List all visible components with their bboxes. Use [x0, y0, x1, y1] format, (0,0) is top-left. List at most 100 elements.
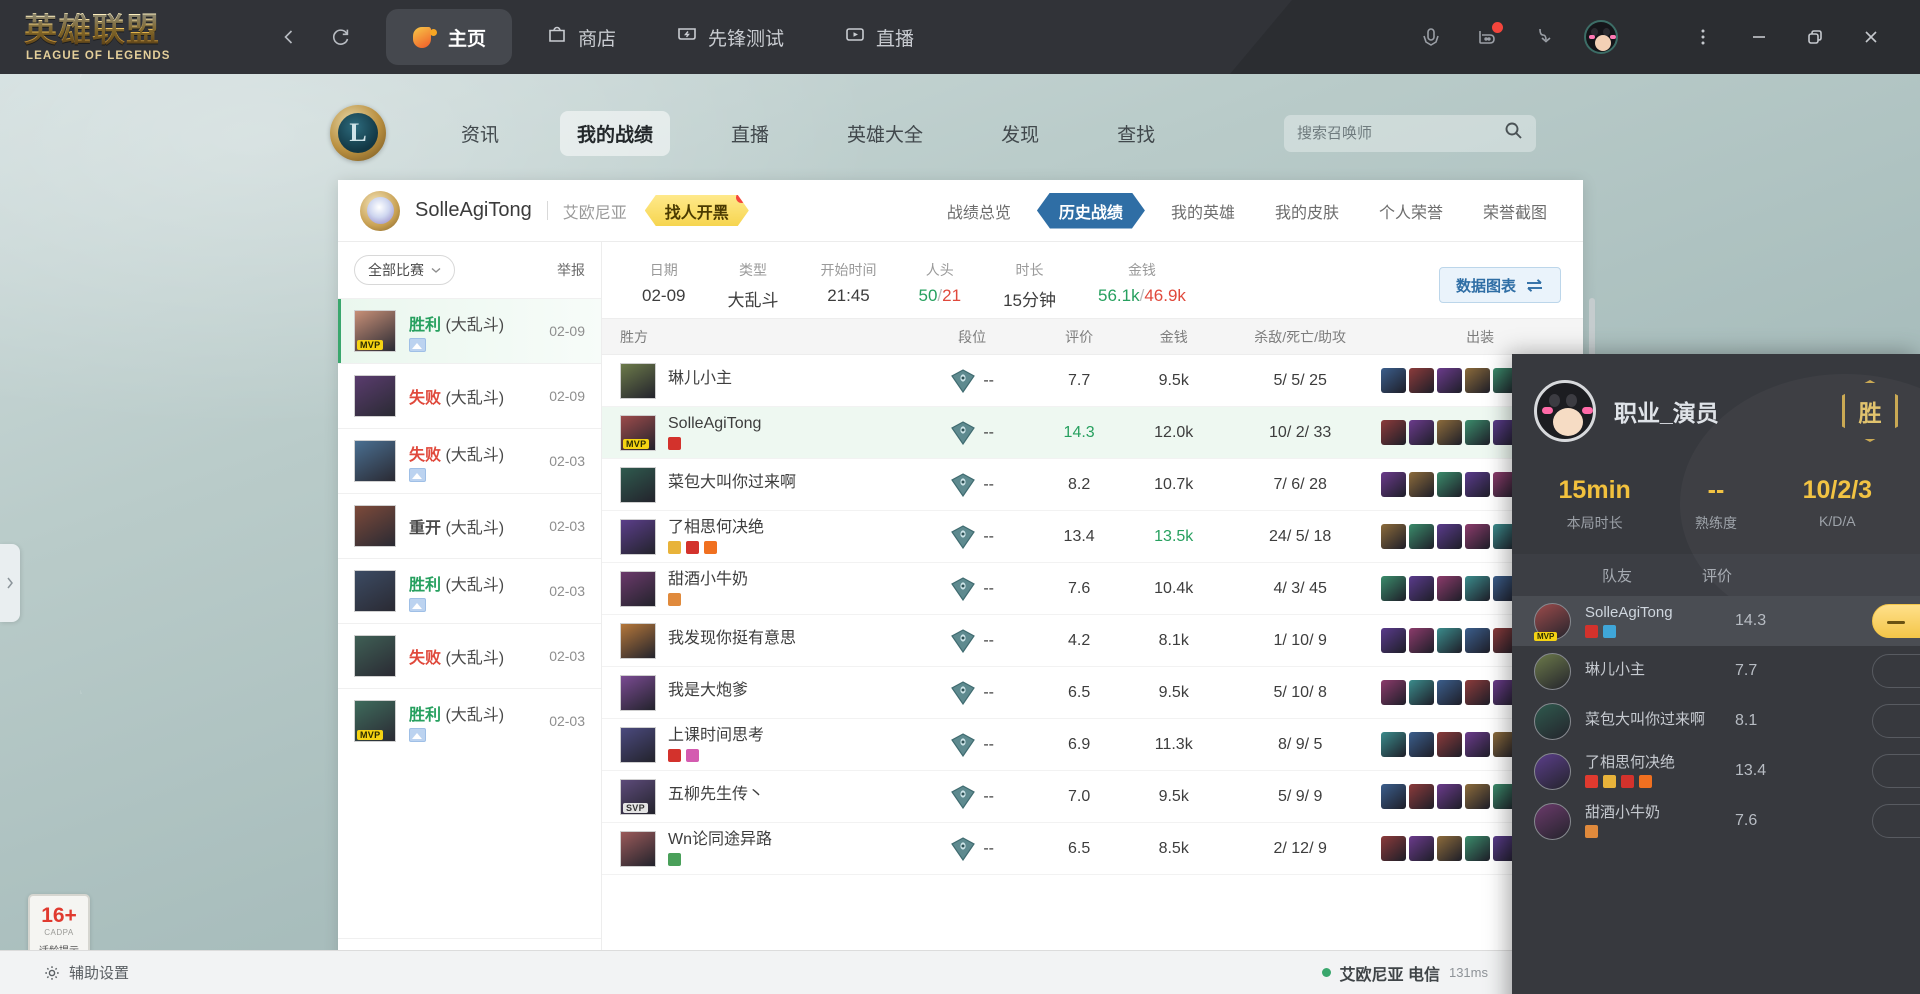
tab-my-skins[interactable]: 我的皮肤	[1261, 193, 1353, 229]
overlay-player-name: SolleAgiTong	[1585, 604, 1673, 621]
chevron-down-icon	[431, 267, 441, 273]
search-box[interactable]	[1284, 114, 1536, 152]
minimize-icon[interactable]	[1746, 24, 1772, 50]
tab-shop[interactable]: 商店	[520, 9, 642, 65]
mvp-badge: MVP	[357, 730, 384, 740]
table-row[interactable]: 琳儿小主 -- 7.7 9.5k 5/ 5/ 25	[602, 355, 1583, 407]
gear-icon	[45, 965, 59, 980]
refresh-button[interactable]	[326, 22, 356, 52]
overlay-action-pill[interactable]	[1872, 654, 1920, 688]
search-input[interactable]	[1297, 124, 1504, 142]
tab-personal-honors[interactable]: 个人荣誉	[1365, 193, 1457, 229]
list-item[interactable]: MVP 胜利 (大乱斗) 02-09	[338, 298, 601, 363]
data-chart-button[interactable]: 数据图表	[1438, 267, 1561, 303]
overlay-action-pill[interactable]	[1872, 704, 1920, 738]
summary-cell-label: 类型	[738, 261, 767, 278]
logo-english: LEAGUE OF LEGENDS	[26, 49, 171, 62]
close-icon[interactable]	[1858, 24, 1884, 50]
sidebar-item-live[interactable]: 直播	[714, 111, 786, 156]
list-item[interactable]: 失败 (大乱斗) 02-03	[338, 623, 601, 688]
age-rating-cadpa: CADPA	[44, 928, 74, 937]
sidebar-item-discover[interactable]: 发现	[984, 111, 1056, 156]
list-item[interactable]: 重开 (大乱斗) 02-03	[338, 493, 601, 558]
list-item[interactable]: 甜酒小牛奶 7.6	[1512, 796, 1920, 846]
overlay-player-name: 职业_演员	[1614, 400, 1719, 426]
player-score-cell: 7.0	[1034, 771, 1124, 823]
table-row[interactable]: 上课时间思考 -- 6.9 11.3k 8/ 9/ 5	[602, 719, 1583, 771]
overlay-action-pill[interactable]	[1872, 604, 1920, 638]
match-result: 重开 (大乱斗)	[409, 520, 505, 537]
tab-overview[interactable]: 战绩总览	[933, 193, 1025, 229]
screenshot-icon[interactable]	[409, 597, 426, 612]
summary-cell: 日期 02-09	[642, 260, 685, 311]
sidebar-item-news[interactable]: 资讯	[444, 111, 516, 156]
overlay-player-score: 14.3	[1735, 612, 1767, 629]
user-avatar[interactable]	[1584, 20, 1618, 54]
overlay-player-score: 13.4	[1735, 762, 1767, 779]
table-row[interactable]: 我发现你挺有意思 -- 4.2 8.1k 1/ 10/ 9	[602, 615, 1583, 667]
table-row[interactable]: SVP 五柳先生传丶 -- 7.0 9.5k 5/ 9/ 9	[602, 771, 1583, 823]
player-gold: 11.3k	[1154, 735, 1193, 753]
profile-header: SolleAgiTong 艾欧尼亚 找人开黑 战绩总览 历史战绩 我的英雄 我的…	[338, 180, 1583, 242]
screenshot-icon[interactable]	[409, 727, 426, 742]
table-row[interactable]: Wn论同途异路 -- 6.5 8.5k 2/ 12/ 9	[602, 823, 1583, 875]
list-item[interactable]: 胜利 (大乱斗) 02-03	[338, 558, 601, 623]
table-row[interactable]: MVP SolleAgiTong -- 14.3 12.0k 10/ 2/ 33	[602, 406, 1583, 459]
microphone-icon[interactable]	[1416, 22, 1446, 52]
search-icon[interactable]	[1504, 121, 1523, 145]
summary-cell-value: 50/21	[918, 285, 962, 305]
match-filter-dropdown[interactable]: 全部比赛	[354, 255, 455, 285]
match-summary: 日期 02-09 类型 大乱斗 开始时间 21:45 人头 50/21 时长 15分钟金…	[602, 242, 1583, 318]
tab-live[interactable]: 直播	[818, 9, 940, 65]
table-row[interactable]: 菜包大叫你过来啊 -- 8.2 10.7k 7/ 6/ 28	[602, 459, 1583, 511]
rank-emblem-icon	[951, 368, 976, 393]
list-item[interactable]: 失败 (大乱斗) 02-09	[338, 363, 601, 428]
tab-match-history[interactable]: 历史战绩	[1037, 193, 1145, 229]
assist-settings-button[interactable]: 辅助设置	[44, 962, 129, 983]
item-icon	[1381, 576, 1407, 601]
player-name-cell: 了相思何决绝	[602, 511, 910, 563]
chat-bubble-icon[interactable]	[1472, 22, 1503, 52]
tab-pioneer-test[interactable]: 先锋测试	[650, 9, 810, 65]
gamepad-icon	[676, 23, 698, 51]
restore-icon[interactable]	[1802, 24, 1828, 50]
lol-emblem-icon[interactable]: L	[330, 105, 386, 161]
table-row[interactable]: 了相思何决绝 -- 13.4 13.5k 24/ 5/ 18	[602, 511, 1583, 563]
avatar[interactable]	[1534, 380, 1596, 442]
list-item[interactable]: MVP 胜利 (大乱斗) 02-03	[338, 688, 601, 753]
overlay-identity: 职业_演员 胜	[1534, 380, 1898, 442]
table-row[interactable]: 甜酒小牛奶 -- 7.6 10.4k 4/ 3/ 45	[602, 563, 1583, 615]
list-item[interactable]: 菜包大叫你过来啊 8.1	[1512, 696, 1920, 746]
screenshot-icon[interactable]	[409, 337, 426, 352]
table-row[interactable]: 我是大炮爹 -- 6.5 9.5k 5/ 10/ 8	[602, 667, 1583, 719]
screenshot-icon[interactable]	[409, 467, 426, 482]
tab-honor-screenshots[interactable]: 荣誉截图	[1469, 193, 1561, 229]
rank-emblem-icon	[951, 628, 976, 653]
tab-home[interactable]: 主页	[386, 9, 513, 65]
sidebar-item-my-record[interactable]: 我的战绩	[560, 110, 671, 156]
match-date: 02-03	[549, 453, 585, 469]
list-item[interactable]: MVP SolleAgiTong 14.3	[1512, 596, 1920, 646]
logo-chinese: 英雄联盟	[24, 9, 160, 49]
side-drawer-handle[interactable]	[0, 544, 20, 622]
sidebar-item-champions[interactable]: 英雄大全	[830, 111, 940, 156]
player-rank: --	[983, 631, 994, 649]
overlay-action-pill[interactable]	[1872, 754, 1920, 788]
find-teammates-button[interactable]: 找人开黑	[645, 195, 749, 226]
list-item[interactable]: 琳儿小主 7.7	[1512, 646, 1920, 696]
download-icon[interactable]	[1528, 22, 1558, 52]
champion-portrait	[1534, 702, 1571, 740]
back-button[interactable]	[274, 22, 304, 52]
list-item[interactable]: 失败 (大乱斗) 02-03	[338, 428, 601, 493]
tab-my-champions[interactable]: 我的英雄	[1157, 193, 1249, 229]
list-item[interactable]: 了相思何决绝 13.4	[1512, 746, 1920, 796]
report-link[interactable]: 举报	[557, 260, 585, 280]
sidebar-item-find[interactable]: 查找	[1100, 111, 1172, 156]
match-result: 胜利 (大乱斗)	[409, 316, 505, 334]
col-kda: 杀敌/死亡/助攻	[1223, 318, 1378, 355]
summary-cell-label: 时长	[1015, 261, 1044, 278]
overlay-action-pill[interactable]	[1872, 804, 1920, 838]
avatar[interactable]	[360, 190, 400, 231]
champion-portrait: MVP	[354, 310, 396, 352]
more-vertical-icon[interactable]	[1690, 24, 1716, 50]
